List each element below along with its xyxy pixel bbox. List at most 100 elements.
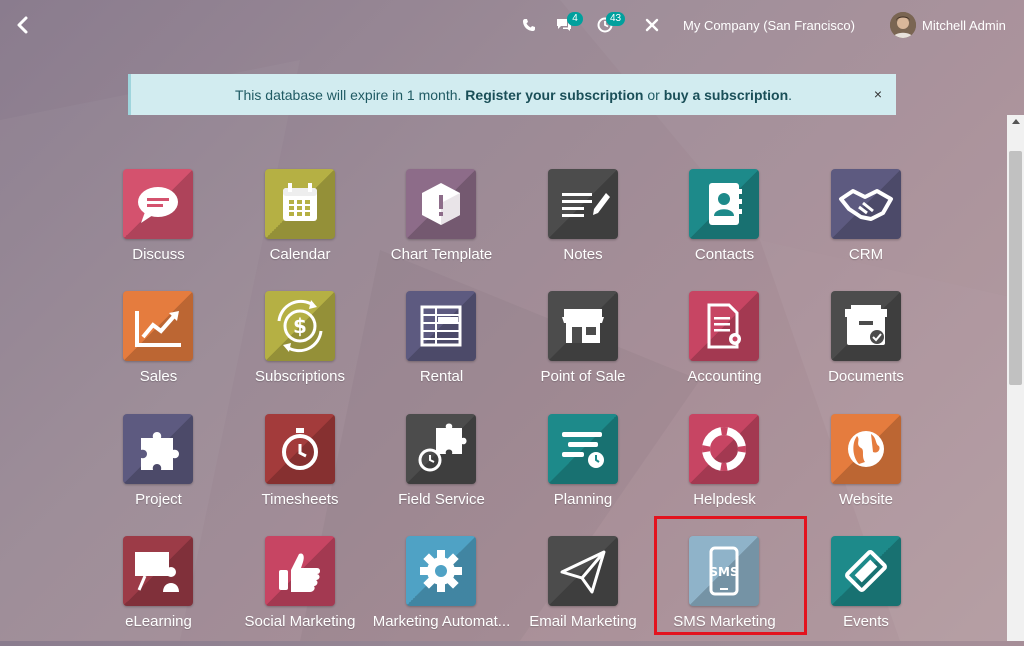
app-tile — [406, 169, 476, 239]
app-documents[interactable]: Documents — [796, 291, 937, 401]
calendar-icon — [282, 183, 317, 221]
puzzle-clock-icon — [418, 423, 467, 472]
activities-badge: 43 — [606, 12, 626, 26]
app-contacts[interactable]: Contacts — [654, 169, 795, 279]
app-label: Rental — [419, 368, 464, 385]
app-label: Discuss — [132, 246, 185, 263]
scroll-thumb[interactable] — [1009, 151, 1022, 385]
app-project[interactable]: Project — [88, 414, 229, 524]
grid-panel-icon — [420, 305, 462, 347]
register-subscription-link[interactable]: Register your subscription — [465, 87, 643, 103]
app-tile — [830, 536, 901, 606]
app-rental[interactable]: Rental — [371, 291, 512, 401]
app-tile — [406, 291, 476, 361]
app-subscriptions[interactable]: $ Subscriptions — [230, 291, 371, 401]
app-tile — [264, 169, 335, 239]
paper-plane-icon — [560, 550, 605, 594]
puzzle-icon — [141, 432, 179, 470]
app-point-of-sale[interactable]: Point of Sale — [513, 291, 654, 401]
alert-text-end: . — [788, 86, 793, 103]
app-label: Contacts — [694, 246, 755, 263]
company-switcher[interactable]: My Company (San Francisco) — [683, 18, 855, 33]
app-sales[interactable]: Sales — [88, 291, 229, 401]
app-label: Social Marketing — [244, 613, 356, 630]
activities-button[interactable]: 43 — [597, 0, 631, 50]
planning-bars-icon — [561, 432, 604, 468]
lifebuoy-icon — [702, 427, 746, 471]
buy-subscription-link[interactable]: buy a subscription — [664, 87, 788, 103]
app-calendar[interactable]: Calendar — [230, 169, 371, 279]
app-tile: SMS — [689, 536, 759, 606]
notes-pen-icon — [561, 193, 610, 217]
user-name: Mitchell Admin — [922, 17, 1006, 33]
app-helpdesk[interactable]: Helpdesk — [654, 414, 795, 524]
app-chart-template[interactable]: Chart Template — [371, 169, 512, 279]
back-chevron-icon[interactable] — [12, 14, 34, 36]
app-timesheets[interactable]: Timesheets — [230, 414, 371, 524]
app-label: Planning — [553, 491, 613, 508]
archive-box-icon — [844, 305, 887, 345]
app-events[interactable]: Events — [796, 536, 937, 646]
app-marketing-automat[interactable]: Marketing Automat... — [371, 536, 512, 646]
app-label: Website — [839, 491, 893, 508]
app-label: Email Marketing — [529, 613, 637, 630]
app-label: Project — [135, 491, 182, 508]
stopwatch-icon — [281, 428, 318, 470]
app-email-marketing[interactable]: Email Marketing — [513, 536, 654, 646]
user-menu[interactable]: Mitchell Admin — [890, 12, 1006, 38]
app-field-service[interactable]: Field Service — [371, 414, 512, 524]
app-tile — [547, 291, 618, 361]
app-tile — [689, 414, 759, 484]
app-tile — [830, 414, 901, 484]
app-elearning[interactable]: eLearning — [88, 536, 229, 646]
phone-button[interactable] — [522, 0, 538, 50]
top-navbar: 4 43 My Company (San Francisco) Mitchell… — [0, 0, 1024, 50]
app-label: Calendar — [269, 246, 331, 263]
alert-text: This database will expire in 1 month. — [234, 86, 466, 103]
avatar — [890, 12, 916, 38]
app-label: SMS Marketing — [673, 613, 776, 630]
app-tile — [689, 169, 759, 239]
app-discuss[interactable]: Discuss — [88, 169, 229, 279]
scroll-up-arrow-icon[interactable] — [1012, 119, 1020, 124]
box-icon — [422, 183, 460, 225]
app-tile — [547, 169, 618, 239]
app-tile — [123, 414, 193, 484]
app-accounting[interactable]: Accounting — [654, 291, 795, 401]
dollar-cycle-icon: $ — [277, 299, 322, 353]
app-sms-marketing[interactable]: SMS SMS Marketing — [654, 536, 795, 646]
app-tile — [689, 291, 759, 361]
messages-badge: 4 — [567, 12, 583, 26]
globe-icon — [847, 431, 884, 467]
app-social-marketing[interactable]: Social Marketing — [230, 536, 371, 646]
app-label: Timesheets — [261, 491, 339, 508]
app-tile — [406, 536, 476, 606]
app-label: Chart Template — [390, 246, 493, 263]
app-tile — [830, 291, 901, 361]
app-tile: $ — [264, 291, 335, 361]
scrollbar[interactable] — [1007, 115, 1024, 641]
app-planning[interactable]: Planning — [513, 414, 654, 524]
app-tile — [123, 291, 193, 361]
app-label: Marketing Automat... — [372, 613, 511, 630]
trend-chart-icon — [135, 311, 181, 347]
chat-bubble-icon — [138, 187, 178, 223]
debug-tools-button[interactable] — [645, 0, 661, 50]
app-website[interactable]: Website — [796, 414, 937, 524]
handshake-icon — [838, 189, 893, 221]
app-label: Sales — [139, 368, 178, 385]
app-tile — [264, 414, 335, 484]
app-label: Subscriptions — [254, 368, 346, 385]
app-tile — [123, 169, 193, 239]
shop-icon — [561, 309, 604, 343]
app-tile — [123, 536, 193, 606]
app-crm[interactable]: CRM — [796, 169, 937, 279]
app-label: Point of Sale — [540, 368, 626, 385]
gear-icon — [420, 550, 462, 592]
thumbs-up-icon — [278, 553, 320, 592]
app-label: eLearning — [125, 613, 192, 630]
messages-button[interactable]: 4 — [555, 0, 585, 50]
app-notes[interactable]: Notes — [513, 169, 654, 279]
app-label: Field Service — [398, 491, 485, 508]
alert-close-button[interactable]: × — [874, 86, 882, 102]
